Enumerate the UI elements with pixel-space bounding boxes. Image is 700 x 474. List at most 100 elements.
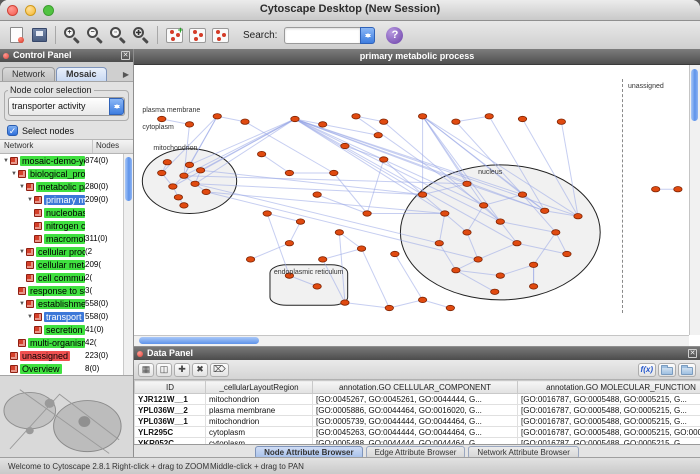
- tree-row[interactable]: ▼primary metab209(0): [0, 193, 133, 206]
- node[interactable]: [446, 305, 454, 310]
- edge[interactable]: [267, 214, 300, 222]
- float-panel-icon[interactable]: [137, 351, 143, 357]
- table-cell[interactable]: [GO:0005739, GO:0044444, GO:0044464, G..…: [313, 416, 518, 427]
- node[interactable]: [529, 284, 537, 289]
- select-nodes-checkbox[interactable]: ✓: [7, 125, 18, 136]
- tree-scrollbar-thumb[interactable]: [125, 157, 132, 201]
- expander-icon[interactable]: ▼: [26, 314, 34, 320]
- node[interactable]: [479, 203, 487, 208]
- node[interactable]: [418, 114, 426, 119]
- node[interactable]: [158, 170, 166, 175]
- table-cell[interactable]: [GO:0016787, GO:0005488, GO:0005215, GO:…: [518, 427, 700, 438]
- node[interactable]: [491, 289, 499, 294]
- node[interactable]: [557, 119, 565, 124]
- node[interactable]: [452, 268, 460, 273]
- node[interactable]: [574, 214, 582, 219]
- table-cell[interactable]: YKR052C: [135, 438, 206, 445]
- node[interactable]: [541, 208, 549, 213]
- edge[interactable]: [323, 249, 362, 260]
- node[interactable]: [463, 230, 471, 235]
- node[interactable]: [374, 133, 382, 138]
- column-header[interactable]: ID: [135, 381, 206, 394]
- tree-row[interactable]: ▼establishment of lo558(0): [0, 297, 133, 310]
- tree-row[interactable]: ▼mosaic-demo-yeast874(0): [0, 154, 133, 167]
- node[interactable]: [174, 195, 182, 200]
- expander-icon[interactable]: ▼: [18, 301, 26, 307]
- node[interactable]: [674, 187, 682, 192]
- node[interactable]: [285, 170, 293, 175]
- table-cell[interactable]: [GO:0005886, GO:0044464, GO:0016020, G..…: [313, 405, 518, 416]
- node[interactable]: [496, 219, 504, 224]
- node[interactable]: [202, 189, 210, 194]
- zoom-in-icon[interactable]: +: [62, 25, 82, 45]
- node[interactable]: [385, 305, 393, 310]
- tree-row[interactable]: nitrogen compo: [0, 219, 133, 232]
- zoom-out-icon[interactable]: −: [85, 25, 105, 45]
- hscroll-thumb[interactable]: [139, 337, 259, 344]
- help-icon[interactable]: ?: [386, 27, 403, 44]
- node[interactable]: [352, 114, 360, 119]
- table-cell[interactable]: [GO:0045263, GO:0044444, GO:0044464, G..…: [313, 427, 518, 438]
- column-header[interactable]: annotation.GO MOLECULAR_FUNCTION: [518, 381, 700, 394]
- network-frame-titlebar[interactable]: primary metabolic process: [134, 49, 700, 65]
- vizmapper-icon[interactable]: [210, 25, 230, 45]
- node[interactable]: [496, 273, 504, 278]
- table-row[interactable]: YPL036W__2plasma membrane[GO:0005886, GO…: [135, 405, 700, 416]
- tree-row[interactable]: nucleobase: [0, 206, 133, 219]
- tree-row[interactable]: secretion41(0): [0, 323, 133, 336]
- node[interactable]: [191, 181, 199, 186]
- edge[interactable]: [245, 122, 334, 173]
- window-titlebar[interactable]: Cytoscape Desktop (New Session): [0, 0, 700, 21]
- node[interactable]: [552, 230, 560, 235]
- table-cell[interactable]: mitochondrion: [206, 394, 313, 405]
- edge[interactable]: [456, 116, 489, 121]
- node[interactable]: [257, 151, 265, 156]
- tree-row[interactable]: ▼biological_process: [0, 167, 133, 180]
- tree-row[interactable]: Overview8(0): [0, 362, 133, 375]
- new-attribute-icon[interactable]: ✚: [174, 363, 190, 377]
- node[interactable]: [380, 119, 388, 124]
- node[interactable]: [518, 116, 526, 121]
- save-session-icon[interactable]: [29, 25, 49, 45]
- tree-scrollbar[interactable]: [123, 154, 133, 375]
- node[interactable]: [163, 160, 171, 165]
- node[interactable]: [418, 192, 426, 197]
- edge[interactable]: [362, 249, 390, 308]
- node[interactable]: [418, 297, 426, 302]
- node[interactable]: [363, 211, 371, 216]
- node[interactable]: [474, 257, 482, 262]
- node[interactable]: [319, 122, 327, 127]
- table-cell[interactable]: [GO:0016787, GO:0005488, GO:0005215, G..…: [518, 405, 700, 416]
- trash-icon[interactable]: ⌦: [210, 363, 229, 377]
- destroy-network-view-icon[interactable]: [187, 25, 207, 45]
- table-cell[interactable]: cytoplasm: [206, 427, 313, 438]
- node[interactable]: [319, 257, 327, 262]
- node[interactable]: [263, 211, 271, 216]
- unselect-all-attributes-icon[interactable]: ◫: [156, 363, 172, 377]
- node[interactable]: [246, 257, 254, 262]
- expander-icon[interactable]: ▼: [26, 197, 34, 203]
- node[interactable]: [513, 241, 521, 246]
- expander-icon[interactable]: ▼: [18, 184, 26, 190]
- table-cell[interactable]: YLR295C: [135, 427, 206, 438]
- zoom-to-fit-icon[interactable]: ✚: [131, 25, 151, 45]
- network-horizontal-scrollbar[interactable]: [134, 335, 689, 346]
- node[interactable]: [185, 162, 193, 167]
- edge[interactable]: [367, 160, 384, 214]
- table-cell[interactable]: [GO:0005488, GO:0044444, GO:0044464, G..…: [313, 438, 518, 445]
- network-canvas[interactable]: plasma membranecytoplasmmitochondrionnuc…: [134, 65, 689, 335]
- edge[interactable]: [295, 119, 423, 195]
- table-cell[interactable]: cytoplasm: [206, 438, 313, 445]
- node[interactable]: [296, 219, 304, 224]
- node[interactable]: [213, 114, 221, 119]
- edge[interactable]: [289, 222, 300, 244]
- node[interactable]: [313, 192, 321, 197]
- tab-mosaic[interactable]: Mosaic: [56, 67, 107, 81]
- tree-row[interactable]: multi-organism pro42(: [0, 336, 133, 349]
- select-all-attributes-icon[interactable]: ▦: [138, 363, 154, 377]
- node[interactable]: [341, 300, 349, 305]
- node[interactable]: [485, 114, 493, 119]
- function-builder-icon[interactable]: f(x): [638, 363, 656, 377]
- birds-eye-view[interactable]: [0, 375, 133, 458]
- tree-row[interactable]: ▼transport558(0): [0, 310, 133, 323]
